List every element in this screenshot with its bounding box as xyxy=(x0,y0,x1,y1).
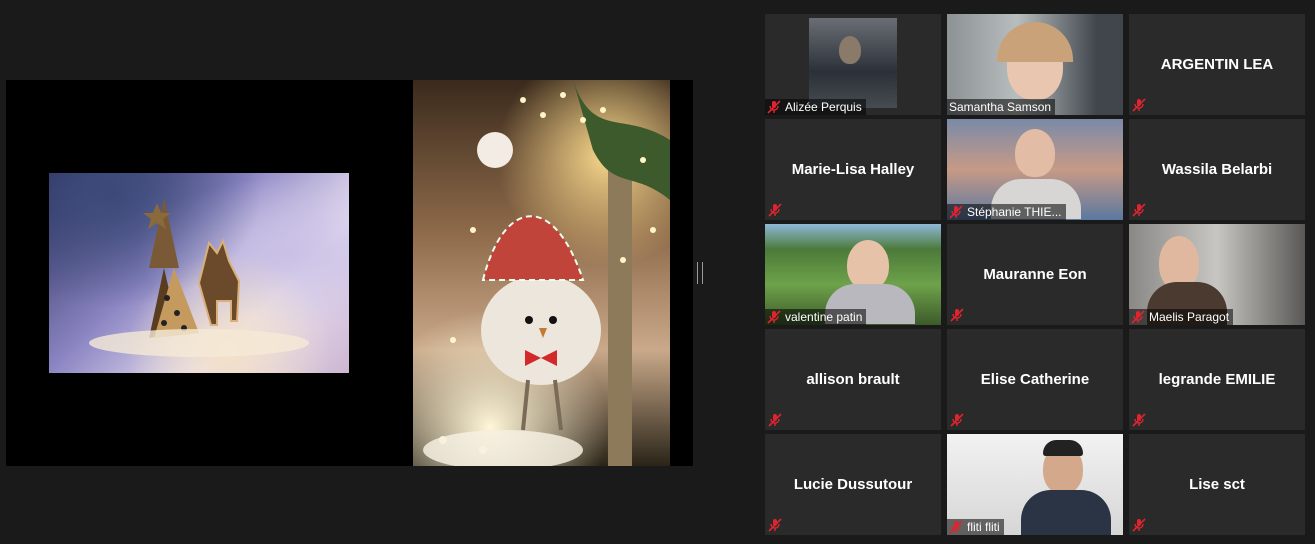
participant-tile[interactable]: valentine patin xyxy=(765,224,941,325)
participant-name: ARGENTIN LEA xyxy=(1160,56,1274,73)
muted-mic-icon xyxy=(767,100,781,114)
participant-name: legrande EMILIE xyxy=(1158,371,1276,388)
muted-mic-icon xyxy=(1132,203,1146,217)
muted-mic-icon xyxy=(768,518,782,532)
muted-mic-icon xyxy=(1132,98,1146,112)
muted-mic-icon xyxy=(768,203,782,217)
participant-tile[interactable]: Mauranne Eon xyxy=(947,224,1123,325)
shared-screen xyxy=(6,80,693,466)
participant-tile[interactable]: legrande EMILIE xyxy=(1129,329,1305,430)
participant-name: Elise Catherine xyxy=(980,371,1090,388)
participant-tile[interactable]: Alizée Perquis xyxy=(765,14,941,115)
participant-name: Mauranne Eon xyxy=(983,266,1087,283)
participant-name: Samantha Samson xyxy=(949,100,1052,114)
participant-tile[interactable]: Samantha Samson xyxy=(947,14,1123,115)
participant-name: Wassila Belarbi xyxy=(1161,161,1273,178)
muted-mic-icon xyxy=(949,205,963,219)
muted-mic-icon xyxy=(768,413,782,427)
participant-tile[interactable]: Marie-Lisa Halley xyxy=(765,119,941,220)
participant-tile[interactable]: Lucie Dussutour xyxy=(765,434,941,535)
participant-name: Lise sct xyxy=(1189,476,1245,493)
participant-name: fliti fliti xyxy=(967,520,1000,534)
participant-name: Maelis Paragot xyxy=(1149,310,1230,324)
muted-mic-icon xyxy=(950,413,964,427)
participant-tile[interactable]: fliti fliti xyxy=(947,434,1123,535)
muted-mic-icon xyxy=(1132,413,1146,427)
participant-tile[interactable]: Maelis Paragot xyxy=(1129,224,1305,325)
muted-mic-icon xyxy=(949,520,963,534)
shared-photo-reindeer xyxy=(49,173,349,373)
muted-mic-icon xyxy=(1132,518,1146,532)
participant-name: Alizée Perquis xyxy=(785,100,862,114)
resize-handle[interactable] xyxy=(697,262,703,284)
muted-mic-icon xyxy=(950,308,964,322)
participant-name-label: valentine patin xyxy=(765,309,867,325)
participant-name-label: Maelis Paragot xyxy=(1129,309,1234,325)
participant-name-label: Alizée Perquis xyxy=(765,99,866,115)
participant-name-label: Samantha Samson xyxy=(947,99,1056,115)
participant-name: allison brault xyxy=(806,371,900,388)
muted-mic-icon xyxy=(767,310,781,324)
participant-tile[interactable]: Stéphanie THIE... xyxy=(947,119,1123,220)
participant-name-label: Stéphanie THIE... xyxy=(947,204,1066,220)
participant-tile[interactable]: Wassila Belarbi xyxy=(1129,119,1305,220)
shared-photo-bird xyxy=(413,80,670,466)
participant-tile[interactable]: allison brault xyxy=(765,329,941,430)
participant-tile[interactable]: ARGENTIN LEA xyxy=(1129,14,1305,115)
participant-name: Lucie Dussutour xyxy=(793,476,913,493)
participant-name: Stéphanie THIE... xyxy=(967,205,1062,219)
participant-name-label: fliti fliti xyxy=(947,519,1004,535)
participant-name: Marie-Lisa Halley xyxy=(791,161,915,178)
muted-mic-icon xyxy=(1131,310,1145,324)
participant-tile[interactable]: Elise Catherine xyxy=(947,329,1123,430)
participant-name: valentine patin xyxy=(785,310,863,324)
participant-tile[interactable]: Lise sct xyxy=(1129,434,1305,535)
